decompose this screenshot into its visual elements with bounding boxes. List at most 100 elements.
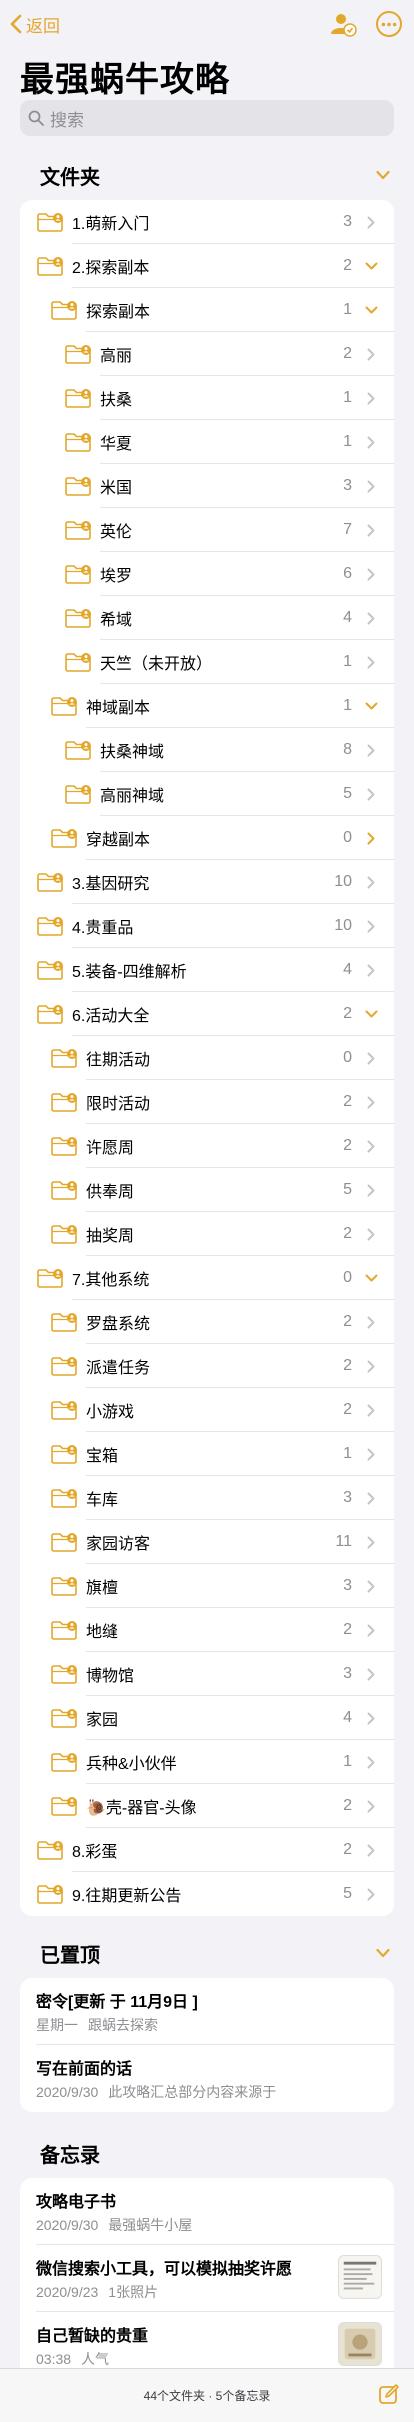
shared-folder-icon [51,1709,77,1728]
folder-name: 探索副本 [86,304,151,321]
folder-row[interactable]: 神域副本 1 [20,684,394,728]
folder-row[interactable]: 博物馆 3 [20,1652,394,1696]
folder-name: 限时活动 [86,1096,151,1113]
folder-row[interactable]: 抽奖周 2 [20,1212,394,1256]
folder-row[interactable]: 穿越副本 0 [20,816,394,860]
folder-row[interactable]: 天竺（未开放） 1 [20,640,394,684]
folder-row[interactable]: 华夏 1 [20,420,394,464]
folder-count: 2 [343,1137,352,1154]
shared-folder-icon [65,741,91,760]
shared-folder-icon [37,1005,63,1024]
folder-row[interactable]: 1.萌新入门 3 [20,200,394,244]
folder-row[interactable]: 高丽 2 [20,332,394,376]
folder-row[interactable]: 扶桑 1 [20,376,394,420]
pinned-section-header[interactable]: 已置顶 [0,1938,414,1968]
shared-folder-icon [65,653,91,672]
folder-name: 博物馆 [86,1668,135,1685]
chevron-down-icon [376,1948,390,1958]
more-button[interactable] [376,11,402,37]
folder-row[interactable]: 9.往期更新公告 5 [20,1872,394,1916]
folder-row[interactable]: 5.装备-四维解析 4 [20,948,394,992]
folder-name: 希域 [100,612,133,629]
folder-row[interactable]: 3.基因研究 10 [20,860,394,904]
shared-folder-icon [51,1357,77,1376]
chevron-down-icon[interactable] [362,306,380,314]
folder-row[interactable]: 罗盘系统 2 [20,1300,394,1344]
chevron-right-icon [362,1536,380,1549]
search-field[interactable]: 搜索 [20,100,394,136]
folder-row[interactable]: 限时活动 2 [20,1080,394,1124]
chevron-right-icon [362,568,380,581]
chevron-right-icon [362,1052,380,1065]
folder-row[interactable]: 扶桑神域 8 [20,728,394,772]
note-item[interactable]: 攻略电子书 2020/9/30 最强蜗牛小屋 [20,2178,394,2245]
chevron-down-icon[interactable] [362,1274,380,1282]
note-date: 2020/9/30 [36,2217,99,2233]
folders-section-header[interactable]: 文件夹 [0,160,414,190]
folder-row[interactable]: 8.彩蛋 2 [20,1828,394,1872]
folder-name: 9.往期更新公告 [72,1888,182,1905]
back-button[interactable]: 返回 [10,12,60,37]
note-item[interactable]: 密令[更新 于 11月9日 ] 星期一 跟蜗去探索 [20,1978,394,2045]
note-title: 微信搜索小工具，可以模拟抽奖许愿 [36,2261,293,2278]
folder-row[interactable]: 米国 3 [20,464,394,508]
folder-name: 兵种&小伙伴 [86,1756,177,1773]
folder-row[interactable]: 派遣任务 2 [20,1344,394,1388]
folder-row[interactable]: 6.活动大全 2 [20,992,394,1036]
shared-folder-icon [51,1401,77,1420]
folder-count: 2 [343,1357,352,1374]
folder-row[interactable]: 旗檀 3 [20,1564,394,1608]
folder-row[interactable]: 7.其他系统 0 [20,1256,394,1300]
shared-folder-icon [51,1621,77,1640]
search-placeholder: 搜索 [50,110,84,130]
folder-count: 1 [343,697,352,714]
compose-icon[interactable] [378,2383,400,2405]
chevron-right-icon [362,1492,380,1505]
folder-count: 2 [343,345,352,362]
folder-row[interactable]: 地缝 2 [20,1608,394,1652]
shared-folder-icon [51,697,77,716]
folder-row[interactable]: 车库 3 [20,1476,394,1520]
folder-row[interactable]: 许愿周 2 [20,1124,394,1168]
folder-name: 高丽神域 [100,788,165,805]
chevron-right-icon [362,1316,380,1329]
note-item[interactable]: 写在前面的话 2020/9/30 此攻略汇总部分内容来源于 [20,2045,394,2112]
folder-row[interactable]: 供奉周 5 [20,1168,394,1212]
folder-row[interactable]: 家园访客 11 [20,1520,394,1564]
chevron-right-icon [362,1844,380,1857]
share-folder-button[interactable] [328,9,358,39]
back-label: 返回 [26,16,60,36]
folder-row[interactable]: 2.探索副本 2 [20,244,394,288]
folder-count: 1 [343,653,352,670]
folder-row[interactable]: 家园 4 [20,1696,394,1740]
folder-row[interactable]: 宝箱 1 [20,1432,394,1476]
folder-name: 抽奖周 [86,1228,135,1245]
folder-row[interactable]: 探索副本 1 [20,288,394,332]
folder-row[interactable]: 英伦 7 [20,508,394,552]
folder-row[interactable]: 兵种&小伙伴 1 [20,1740,394,1784]
chevron-down-icon[interactable] [362,262,380,270]
folders-list: 1.萌新入门 3 2.探索副本 2 探索副本 1 高丽 2 扶桑 1 华夏 1 米国 3 英伦 7 埃罗 6 希域 4… [20,200,394,1916]
chevron-right-icon [362,744,380,757]
note-title: 密令[更新 于 11月9日 ] [36,1994,198,2011]
note-item[interactable]: 微信搜索小工具，可以模拟抽奖许愿 2020/9/23 1张照片 [20,2245,394,2312]
shared-folder-icon [37,1885,63,1904]
folder-row[interactable]: 高丽神域 5 [20,772,394,816]
chevron-right-icon [362,1888,380,1901]
folder-row[interactable]: 小游戏 2 [20,1388,394,1432]
folder-count: 5 [343,1885,352,1902]
folder-name: 扶桑神域 [100,744,165,761]
folder-row[interactable]: 🐌壳-器官-头像 2 [20,1784,394,1828]
shared-folder-icon [51,829,77,848]
folder-row[interactable]: 希域 4 [20,596,394,640]
folder-name: 神域副本 [86,700,151,717]
folder-row[interactable]: 埃罗 6 [20,552,394,596]
chevron-down-icon[interactable] [362,1010,380,1018]
chevron-right-icon [362,1580,380,1593]
chevron-down-icon[interactable] [362,702,380,710]
folder-row[interactable]: 4.贵重品 10 [20,904,394,948]
chevron-right-icon [362,436,380,449]
folder-row[interactable]: 往期活动 0 [20,1036,394,1080]
folder-name: 宝箱 [86,1448,119,1465]
folder-name: 往期活动 [86,1052,151,1069]
